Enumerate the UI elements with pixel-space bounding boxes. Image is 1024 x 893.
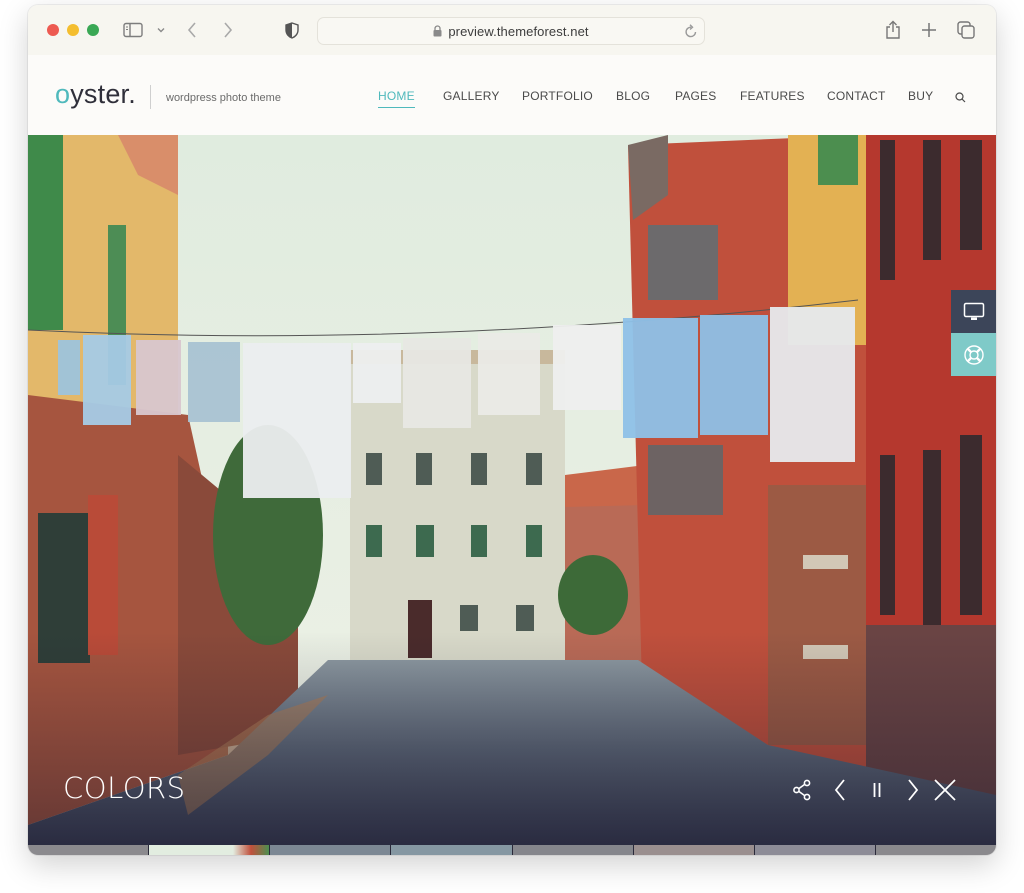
maximize-window-button[interactable] bbox=[87, 24, 99, 36]
lifebuoy-icon bbox=[963, 344, 984, 365]
support-button[interactable] bbox=[951, 333, 996, 376]
share-slide-button[interactable] bbox=[789, 777, 815, 803]
thumbnail[interactable] bbox=[28, 845, 150, 855]
address-bar[interactable]: preview.themeforest.net bbox=[317, 17, 705, 45]
thumbnail[interactable] bbox=[875, 845, 996, 855]
browser-toolbar: preview.themeforest.net bbox=[28, 5, 996, 55]
nav-contact[interactable]: CONTACT bbox=[827, 89, 886, 103]
hero-slideshow: COLORS bbox=[28, 135, 996, 845]
tab-overview-button[interactable] bbox=[957, 18, 975, 42]
chevron-down-icon bbox=[157, 28, 165, 33]
site-tagline: wordpress photo theme bbox=[166, 92, 281, 104]
thumbnail[interactable] bbox=[270, 845, 392, 855]
thumbnail-strip bbox=[28, 845, 996, 855]
logo-text: yster. bbox=[70, 79, 136, 109]
chevron-right-icon bbox=[224, 22, 233, 38]
nav-portfolio[interactable]: PORTFOLIO bbox=[522, 89, 593, 103]
next-icon bbox=[908, 779, 919, 801]
nav-blog[interactable]: BLOG bbox=[616, 89, 650, 103]
prev-icon bbox=[834, 779, 845, 801]
chevron-left-icon bbox=[187, 22, 196, 38]
prev-slide-button[interactable] bbox=[827, 777, 853, 803]
sidebar-menu-button[interactable] bbox=[156, 18, 166, 42]
privacy-report-button[interactable] bbox=[285, 18, 299, 42]
reload-icon bbox=[685, 24, 697, 38]
slide-title: COLORS bbox=[63, 771, 186, 805]
logo-accent-letter: o bbox=[55, 79, 71, 109]
nav-features[interactable]: FEATURES bbox=[740, 89, 805, 103]
site-logo[interactable]: oyster. bbox=[55, 79, 136, 110]
pause-slideshow-button[interactable] bbox=[864, 777, 890, 803]
nav-gallery[interactable]: GALLERY bbox=[443, 89, 500, 103]
browser-window: preview.themeforest.net oyster. wordpres… bbox=[28, 5, 996, 855]
sidebar-toggle-button[interactable] bbox=[123, 18, 143, 42]
sidebar-icon bbox=[123, 22, 143, 38]
thumbnail[interactable] bbox=[633, 845, 755, 855]
minimize-window-button[interactable] bbox=[67, 24, 79, 36]
pause-icon bbox=[873, 783, 881, 797]
close-slideshow-button[interactable] bbox=[932, 777, 958, 803]
thumbnail[interactable] bbox=[149, 845, 271, 855]
thumbnail[interactable] bbox=[512, 845, 634, 855]
search-button[interactable] bbox=[955, 90, 966, 108]
nav-pages[interactable]: PAGES bbox=[675, 89, 716, 103]
monitor-icon bbox=[963, 302, 984, 320]
nav-buy[interactable]: BUY bbox=[908, 89, 933, 103]
back-button[interactable] bbox=[186, 18, 198, 42]
hero-photo bbox=[28, 135, 996, 845]
logo-divider bbox=[150, 85, 151, 109]
thumbnail[interactable] bbox=[754, 845, 876, 855]
share-button[interactable] bbox=[885, 18, 901, 42]
tabs-overview-icon bbox=[957, 21, 975, 39]
shield-icon bbox=[285, 21, 299, 39]
site-header: oyster. wordpress photo theme HOME GALLE… bbox=[28, 55, 996, 135]
lock-icon bbox=[433, 25, 442, 37]
close-icon bbox=[934, 779, 956, 801]
url-text: preview.themeforest.net bbox=[448, 23, 589, 39]
share-icon bbox=[886, 20, 900, 39]
plus-icon bbox=[922, 23, 936, 37]
new-tab-button[interactable] bbox=[921, 18, 937, 42]
search-icon bbox=[955, 92, 966, 103]
forward-button[interactable] bbox=[222, 18, 234, 42]
thumbnail[interactable] bbox=[391, 845, 513, 855]
close-window-button[interactable] bbox=[47, 24, 59, 36]
share-icon bbox=[793, 779, 811, 801]
reload-button[interactable] bbox=[684, 23, 698, 44]
next-slide-button[interactable] bbox=[900, 777, 926, 803]
demo-preview-button[interactable] bbox=[951, 290, 996, 333]
nav-home[interactable]: HOME bbox=[378, 89, 415, 108]
